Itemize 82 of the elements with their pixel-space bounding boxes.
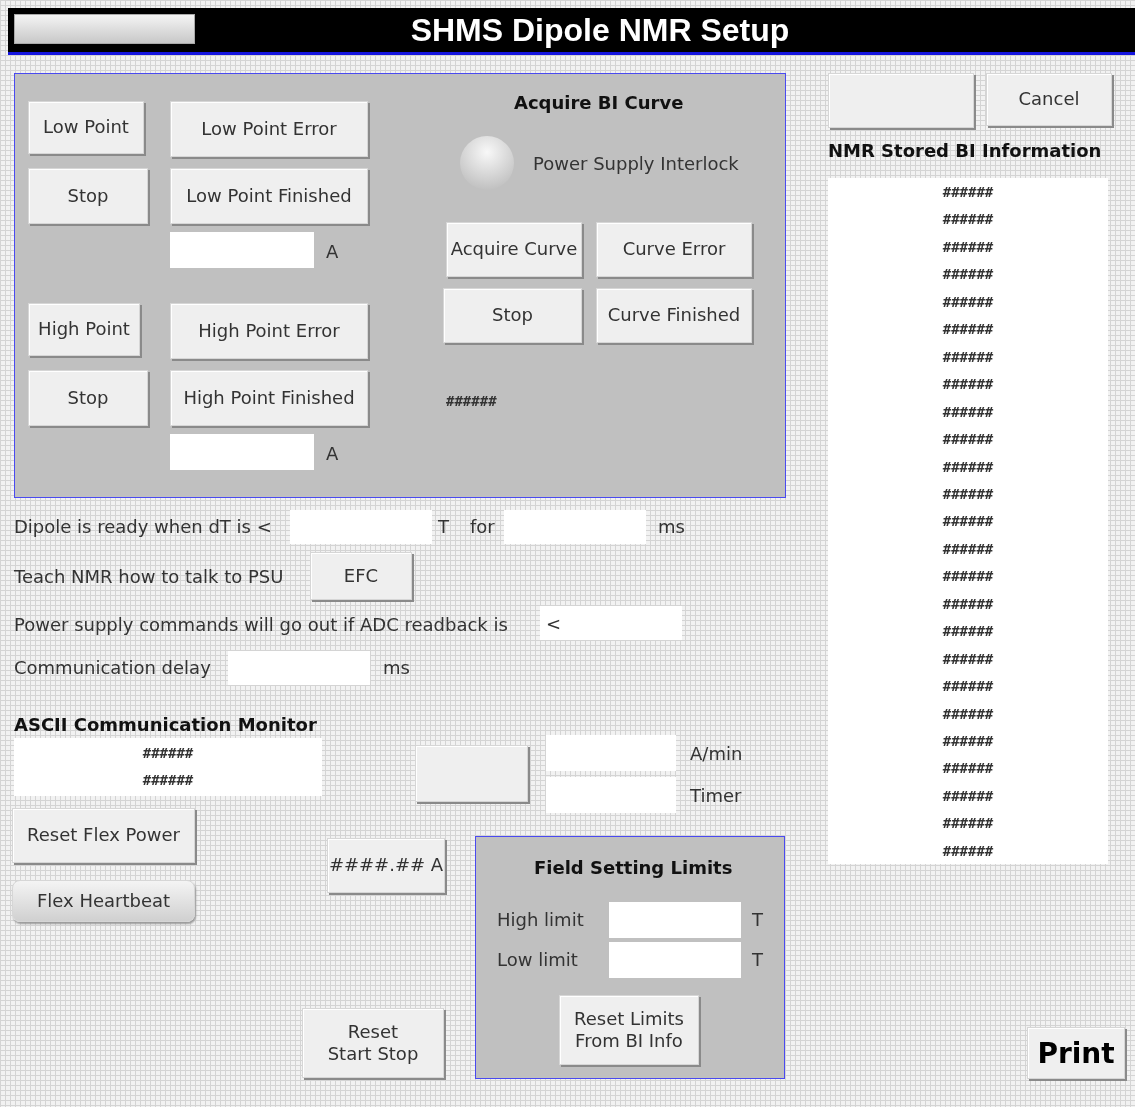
unit-label: ms bbox=[383, 659, 410, 677]
delay-field[interactable] bbox=[228, 651, 370, 685]
list-entry: ###### bbox=[941, 541, 995, 556]
list-entry: ###### bbox=[941, 267, 995, 282]
rate-field[interactable] bbox=[546, 735, 676, 771]
efc-button[interactable]: EFC bbox=[310, 552, 412, 600]
panel-title: Acquire BI Curve bbox=[514, 94, 684, 112]
stop-button[interactable]: Stop bbox=[443, 288, 582, 343]
delay-label: Communication delay bbox=[14, 659, 211, 677]
list-entry: ###### bbox=[941, 788, 995, 803]
unit-label: A bbox=[326, 445, 339, 463]
threshold-field[interactable] bbox=[290, 510, 432, 544]
blank-button[interactable] bbox=[415, 745, 528, 802]
current-button[interactable]: ####.## A bbox=[327, 838, 445, 893]
limit-field[interactable] bbox=[609, 942, 741, 978]
list-entry: ###### bbox=[941, 404, 995, 419]
cancel-button[interactable]: Cancel bbox=[986, 73, 1112, 126]
unit-label: T bbox=[752, 951, 763, 969]
print-button[interactable]: Print bbox=[1027, 1027, 1125, 1079]
finished-indicator[interactable]: Low Point Finished bbox=[170, 168, 368, 224]
adc-field[interactable]: < bbox=[540, 606, 682, 640]
interlock-label: Power Supply Interlock bbox=[533, 155, 739, 173]
ready-label: Dipole is ready when dT is < bbox=[14, 518, 272, 536]
start-button[interactable]: High Point bbox=[28, 303, 140, 356]
current-field[interactable] bbox=[170, 232, 314, 268]
finished-indicator[interactable]: High Point Finished bbox=[170, 370, 368, 426]
monitor-title: ASCII Communication Monitor bbox=[14, 716, 317, 734]
unit-label: A/min bbox=[690, 745, 743, 763]
reset-limits-button[interactable]: Reset Limits From BI Info bbox=[559, 995, 699, 1065]
list-entry: ###### bbox=[941, 843, 995, 858]
list-entry: ###### bbox=[941, 349, 995, 364]
monitor-line: ###### bbox=[141, 746, 195, 760]
reset-button[interactable]: Reset Start Stop bbox=[302, 1008, 444, 1078]
list-entry: ###### bbox=[941, 734, 995, 748]
finished-indicator[interactable]: Curve Finished bbox=[596, 288, 752, 343]
error-indicator[interactable]: Curve Error bbox=[596, 222, 752, 277]
unit-label: T bbox=[438, 518, 449, 536]
list-entry: ###### bbox=[941, 761, 995, 776]
limit-label: Low limit bbox=[497, 951, 578, 969]
window-title: SHMS Dipole NMR Setup bbox=[409, 11, 791, 50]
list-entry: ###### bbox=[941, 212, 995, 227]
limit-field[interactable] bbox=[609, 902, 741, 938]
heartbeat-button[interactable]: Flex Heartbeat bbox=[12, 880, 195, 922]
teach-label: Teach NMR how to talk to PSU bbox=[14, 568, 284, 586]
list-entry: ###### bbox=[941, 514, 995, 529]
list-title: NMR Stored BI Information bbox=[828, 142, 1102, 160]
list-entry: ###### bbox=[941, 322, 995, 337]
status-text: ###### bbox=[446, 394, 497, 408]
stop-button[interactable]: Stop bbox=[28, 168, 148, 224]
error-indicator[interactable]: Low Point Error bbox=[170, 101, 368, 157]
list-entry: ###### bbox=[941, 239, 995, 254]
list-entry: ###### bbox=[941, 706, 995, 721]
limit-label: High limit bbox=[497, 911, 584, 929]
start-button[interactable]: Low Point bbox=[28, 101, 144, 154]
blank-button[interactable] bbox=[828, 73, 974, 128]
error-indicator[interactable]: High Point Error bbox=[170, 303, 368, 359]
acquire-curve-button[interactable]: Acquire Curve bbox=[446, 222, 582, 277]
list-entry: ###### bbox=[941, 624, 995, 639]
list-entry: ###### bbox=[941, 679, 995, 694]
current-field[interactable] bbox=[170, 434, 314, 470]
duration-field[interactable] bbox=[504, 510, 646, 544]
timer-field[interactable] bbox=[546, 777, 676, 813]
list-entry: ###### bbox=[941, 569, 995, 584]
unit-label: A bbox=[326, 243, 339, 261]
panel-title: Field Setting Limits bbox=[534, 859, 733, 877]
adc-label: Power supply commands will go out if ADC readback is bbox=[14, 616, 508, 634]
stop-button[interactable]: Stop bbox=[28, 370, 148, 426]
reset-flex-button[interactable]: Reset Flex Power bbox=[12, 808, 195, 863]
list-entry: ###### bbox=[941, 651, 995, 666]
list-entry: ###### bbox=[941, 294, 995, 309]
unit-label: T bbox=[752, 911, 763, 929]
list-entry: ###### bbox=[941, 185, 995, 199]
list-entry: ###### bbox=[941, 432, 995, 447]
list-entry: ###### bbox=[941, 816, 995, 831]
unit-label: ms bbox=[658, 518, 685, 536]
list-entry: ###### bbox=[941, 459, 995, 474]
timer-label: Timer bbox=[690, 787, 742, 805]
list-entry: ###### bbox=[941, 596, 995, 611]
list-entry: ###### bbox=[941, 486, 995, 501]
list-entry: ###### bbox=[941, 377, 995, 392]
monitor-line: ###### bbox=[141, 773, 195, 787]
for-label: for bbox=[470, 518, 495, 536]
